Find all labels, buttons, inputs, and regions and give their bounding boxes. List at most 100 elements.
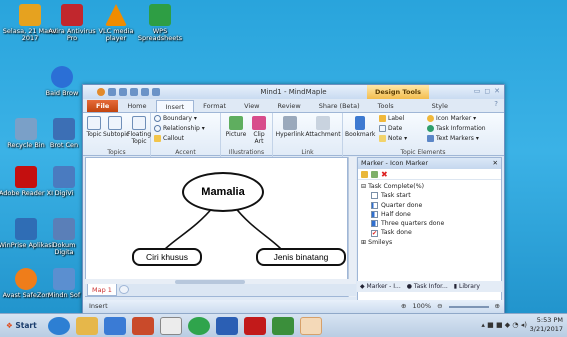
file-explorer-icon[interactable] xyxy=(76,317,98,335)
panel-close-icon[interactable]: ✕ xyxy=(493,158,498,169)
tab-view[interactable]: View xyxy=(235,100,268,112)
adobe-reader-taskbar-icon[interactable] xyxy=(244,317,266,335)
central-topic[interactable]: Mamalia xyxy=(182,172,264,212)
help-icon[interactable]: ? xyxy=(494,100,498,108)
task-done-icon: ✔ xyxy=(371,229,378,237)
group-label-topic-elements: Topic Elements xyxy=(400,149,446,156)
picture-button[interactable]: Picture xyxy=(225,116,247,138)
zoom-slider[interactable] xyxy=(448,305,489,308)
tab-home[interactable]: Home xyxy=(118,100,155,112)
marker-task-done[interactable]: ✔ Task done xyxy=(361,228,498,237)
text-markers-button[interactable]: Text Markers ▾ xyxy=(427,135,479,142)
zoom-fit-icon[interactable]: ⊕ xyxy=(401,300,406,313)
tab-share[interactable]: Share (Beta) xyxy=(310,100,369,112)
attachment-button[interactable]: Attachment xyxy=(305,116,341,138)
subtopic-ciri-khusus[interactable]: Ciri khusus xyxy=(132,248,202,266)
icon-marker-icon xyxy=(427,115,434,122)
panel-tab-marker[interactable]: ◆ Marker - I... xyxy=(360,281,401,292)
tab-file[interactable]: File xyxy=(87,100,119,112)
close-icon[interactable]: ✕ xyxy=(494,87,500,95)
bookmark-button[interactable]: Bookmark xyxy=(345,116,375,138)
panel-tab-task-info[interactable]: ● Task Infor... xyxy=(407,281,448,292)
clip-art-button[interactable]: Clip Art xyxy=(248,116,270,145)
brother-control-center-icon xyxy=(53,118,75,140)
sheet-tab-map1[interactable]: Map 1 xyxy=(87,284,117,296)
label-button[interactable]: Label xyxy=(379,115,404,122)
ribbon: Topic Subtopic Floating Topic Topics Bou… xyxy=(83,112,504,157)
group-task-complete[interactable]: ⊟ Task Complete(%) xyxy=(361,182,498,191)
date-button[interactable]: Date xyxy=(379,125,402,132)
panel-tab-library[interactable]: ▮ Library xyxy=(454,281,480,292)
calculator-icon[interactable] xyxy=(160,317,182,335)
word-icon[interactable] xyxy=(216,317,238,335)
tab-review[interactable]: Review xyxy=(269,100,310,112)
new-sheet-icon[interactable] xyxy=(119,285,129,294)
tab-tools[interactable]: Tools xyxy=(369,100,403,112)
desktop-icon-baidu[interactable]: Baid Brow xyxy=(42,66,82,97)
design-tools-context-tab: Design Tools xyxy=(367,85,429,99)
marker-quarter-done[interactable]: Quarter done xyxy=(361,201,498,210)
boundary-button[interactable]: Boundary ▾ xyxy=(154,115,197,122)
desktop-icon-brother[interactable]: Brot Cen xyxy=(44,118,84,149)
task-information-button[interactable]: Task Information xyxy=(427,125,486,132)
desktop-icon-wps[interactable]: WPS Spreadsheets xyxy=(132,4,188,43)
media-player-icon[interactable] xyxy=(104,317,126,335)
window-controls: ▭ ◻ ✕ xyxy=(474,87,500,95)
icon-marker-button[interactable]: Icon Marker ▾ xyxy=(427,115,476,122)
mindmaple-icon xyxy=(53,268,75,290)
zoom-level: 100% xyxy=(412,302,432,310)
tab-insert[interactable]: Insert xyxy=(155,100,195,112)
hyperlink-chain-icon xyxy=(283,116,297,130)
marker-half-done[interactable]: Half done xyxy=(361,210,498,219)
marker-panel: Marker - Icon Marker ✕ ✖ ⊟ Task Complete… xyxy=(357,157,502,301)
clock-date[interactable]: 3/21/2017 xyxy=(530,325,563,334)
mindmap-canvas[interactable]: Mamalia Ciri khusus Jenis binatang xyxy=(85,157,348,297)
group-link: Hyperlink Attachment Link xyxy=(273,113,343,157)
note-button[interactable]: Note ▾ xyxy=(379,135,407,142)
add-marker-icon[interactable] xyxy=(361,171,368,178)
canvas-vertical-scrollbar[interactable] xyxy=(348,157,356,297)
folder-icon xyxy=(19,4,41,26)
tab-style[interactable]: Style xyxy=(423,100,457,112)
desktop-icon-dokumen-digital[interactable]: Dokum Digita xyxy=(44,218,84,257)
task-info-icon xyxy=(427,125,434,132)
start-button[interactable]: ❖ Start xyxy=(2,317,41,335)
subtopic-jenis-binatang[interactable]: Jenis binatang xyxy=(256,248,346,266)
internet-explorer-icon[interactable] xyxy=(48,317,70,335)
system-tray: 5:53 PM 3/21/2017 xyxy=(530,316,563,334)
task-start-icon xyxy=(371,192,378,200)
hyperlink-button[interactable]: Hyperlink xyxy=(275,116,305,138)
image-viewer-icon[interactable] xyxy=(272,317,294,335)
edit-marker-icon[interactable] xyxy=(371,171,378,178)
status-bar: Insert ⊕ 100% ⊖ ⊕ xyxy=(83,300,504,313)
marker-task-start[interactable]: Task start xyxy=(361,191,498,200)
connector-ciri-khusus xyxy=(163,205,215,251)
group-smileys[interactable]: ⊞ Smileys xyxy=(361,238,498,247)
powerpoint-icon[interactable] xyxy=(132,317,154,335)
delete-marker-icon[interactable]: ✖ xyxy=(381,171,388,179)
three-quarters-done-icon xyxy=(371,220,378,228)
maximize-icon[interactable]: ◻ xyxy=(484,87,490,95)
subtopic-icon xyxy=(108,116,122,130)
zoom-in-icon[interactable]: ⊕ xyxy=(495,300,500,313)
group-topics: Topic Subtopic Floating Topic Topics xyxy=(83,113,151,157)
zoom-out-icon[interactable]: ⊖ xyxy=(437,300,442,313)
clock-time[interactable]: 5:53 PM xyxy=(530,316,563,325)
callout-button[interactable]: Callout xyxy=(154,135,184,142)
topic-button[interactable]: Topic xyxy=(85,116,103,138)
marker-three-quarters-done[interactable]: Three quarters done xyxy=(361,219,498,228)
mindmaple-taskbar-icon[interactable] xyxy=(300,317,322,335)
clip-art-icon xyxy=(252,116,266,130)
minimize-icon[interactable]: ▭ xyxy=(474,87,481,95)
subtopic-button[interactable]: Subtopic xyxy=(103,116,129,138)
desktop-icon-mindmaple[interactable]: Mindn Sof xyxy=(44,268,84,299)
relationship-button[interactable]: Relationship ▾ xyxy=(154,125,205,132)
tab-format[interactable]: Format xyxy=(194,100,235,112)
document-icon xyxy=(53,218,75,240)
adobe-reader-icon xyxy=(15,166,37,188)
tray-icons[interactable]: ▴ ■ ■ ◆ ◔ ◂) xyxy=(481,321,527,329)
floating-topic-button[interactable]: Floating Topic xyxy=(127,116,151,145)
calendar-icon xyxy=(379,125,386,132)
chrome-icon[interactable] xyxy=(188,317,210,335)
desktop-icon-digivi[interactable]: DigiVi xyxy=(44,166,84,197)
